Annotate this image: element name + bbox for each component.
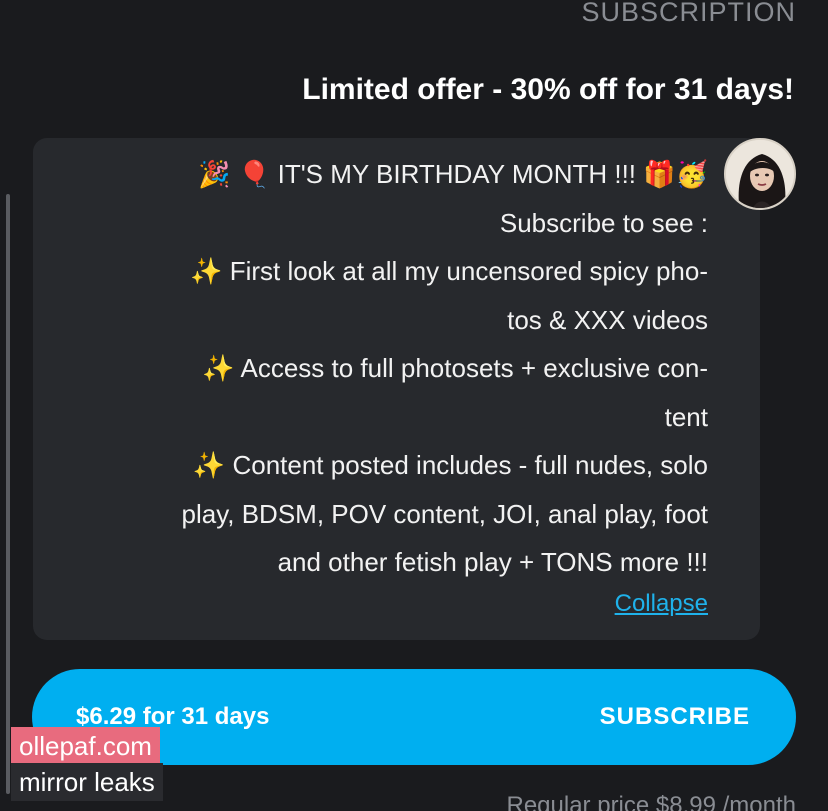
message-line: ✨ Content posted includes - full nudes, … xyxy=(192,450,708,480)
collapse-link[interactable]: Collapse xyxy=(615,584,708,624)
avatar-image xyxy=(726,140,794,208)
message-line: play, BDSM, POV content, JOI, anal play,… xyxy=(181,498,709,529)
promo-message-bubble: 🎉 🎈 IT'S MY BIRTHDAY MONTH !!! 🎁🥳 Subscr… xyxy=(33,138,760,640)
message-line: tent xyxy=(664,401,708,432)
section-label: SUBSCRIPTION xyxy=(581,0,796,27)
message-line: Subscribe to see : xyxy=(499,207,708,238)
regular-price: Regular price $8.99 /month xyxy=(506,792,797,811)
message-line: and other fetish play + TONS more !!! xyxy=(277,547,708,577)
message-line: ✨ First look at all my uncensored spicy … xyxy=(190,256,708,286)
watermark-site: ollepaf.com xyxy=(11,727,160,765)
scrollbar[interactable] xyxy=(6,194,10,794)
message-line: 🎉 🎈 IT'S MY BIRTHDAY MONTH !!! 🎁🥳 xyxy=(198,159,708,189)
watermark-tagline: mirror leaks xyxy=(11,763,163,801)
message-line: ✨ Access to full photosets + exclusive c… xyxy=(202,353,708,383)
subscribe-label: SUBSCRIBE xyxy=(599,703,750,730)
promo-message-text: 🎉 🎈 IT'S MY BIRTHDAY MONTH !!! 🎁🥳 Subscr… xyxy=(58,150,709,587)
avatar[interactable] xyxy=(724,138,796,210)
message-line: tos & XXX videos xyxy=(507,304,708,335)
subscription-panel: SUBSCRIPTION Limited offer - 30% off for… xyxy=(0,0,828,811)
offer-title: Limited offer - 30% off for 31 days! xyxy=(302,73,794,106)
